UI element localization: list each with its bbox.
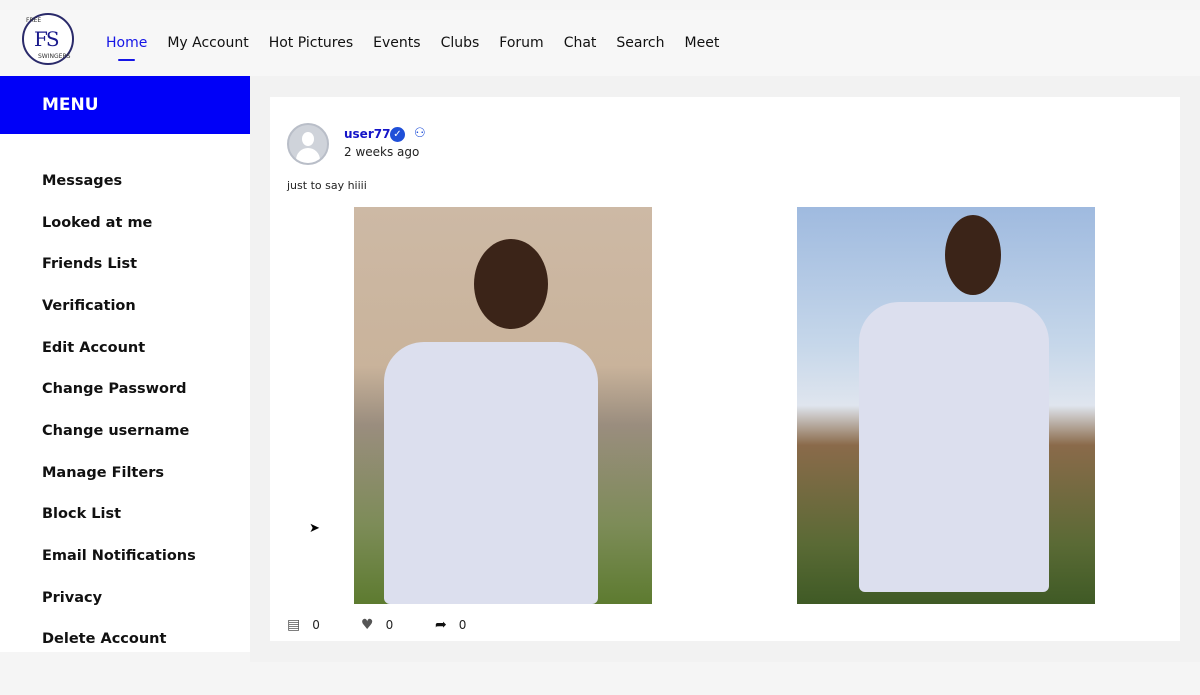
share-count: 0 [458,618,467,632]
menu-item-privacy[interactable]: Privacy [0,577,250,619]
logo-text-bottom: SWINGERS [38,53,71,60]
nav-forum[interactable]: Forum [499,35,543,51]
menu-item-manage-filters[interactable]: Manage Filters [0,452,250,494]
site-logo[interactable]: FREE FS SWINGERS [22,13,74,65]
logo-text-top: FREE [26,17,42,24]
post-card: user77 ✓ ⚇ 2 weeks ago just to say hiiii… [270,97,1180,641]
post-photo-2[interactable] [797,207,1095,604]
photo-2-face [945,215,1001,295]
post-timestamp: 2 weeks ago [344,145,420,159]
share-icon: ➦ [435,617,447,633]
photo-1-shirt [384,342,598,604]
comment-icon: ▤ [287,617,301,633]
nav-hot-pictures[interactable]: Hot Pictures [269,35,353,51]
nav-clubs[interactable]: Clubs [441,35,480,51]
like-count: 0 [385,618,394,632]
menu-item-looked-at-me[interactable]: Looked at me [0,202,250,244]
menu-item-block-list[interactable]: Block List [0,494,250,536]
menu-item-messages[interactable]: Messages [0,160,250,202]
post-stats: ▤ 0 ♥ 0 ➦ 0 [287,617,509,633]
avatar-head-shape [302,132,314,146]
photo-2-shirt [859,302,1049,592]
post-username[interactable]: user77 [344,127,390,141]
menu-item-friends-list[interactable]: Friends List [0,243,250,285]
nav-my-account[interactable]: My Account [167,35,248,51]
verified-badge-icon: ✓ [390,127,405,142]
nav-home[interactable]: Home [106,35,147,61]
logo-letters: FS [34,27,60,51]
heart-icon: ♥ [361,617,374,633]
like-button[interactable]: ♥ 0 [361,617,435,633]
main-nav: Home My Account Hot Pictures Events Club… [106,10,719,76]
menu-item-verification[interactable]: Verification [0,285,250,327]
menu-title: MENU [0,76,250,134]
menu-item-change-username[interactable]: Change username [0,410,250,452]
top-navbar: FREE FS SWINGERS Home My Account Hot Pic… [0,10,1200,76]
sidebar-menu: MENU Messages Looked at me Friends List … [0,76,250,652]
avatar-body-shape [296,148,320,163]
comment-button[interactable]: ▤ 0 [287,617,361,633]
menu-item-change-password[interactable]: Change Password [0,368,250,410]
menu-item-delete-account[interactable]: Delete Account [0,619,250,661]
share-button[interactable]: ➦ 0 [435,617,509,633]
post-text: just to say hiiii [287,179,367,192]
mouse-cursor-icon: ➤ [309,521,320,536]
add-friend-icon[interactable]: ⚇ [414,126,426,141]
nav-events[interactable]: Events [373,35,420,51]
avatar[interactable] [287,123,329,165]
photo-1-face [474,239,548,329]
nav-meet[interactable]: Meet [685,35,720,51]
comment-count: 0 [312,618,320,632]
nav-search[interactable]: Search [616,35,664,51]
main-content: user77 ✓ ⚇ 2 weeks ago just to say hiiii… [250,76,1200,662]
nav-chat[interactable]: Chat [564,35,597,51]
menu-item-email-notifications[interactable]: Email Notifications [0,535,250,577]
post-photo-1[interactable] [354,207,652,604]
menu-list: Messages Looked at me Friends List Verif… [0,134,250,660]
menu-item-edit-account[interactable]: Edit Account [0,327,250,369]
